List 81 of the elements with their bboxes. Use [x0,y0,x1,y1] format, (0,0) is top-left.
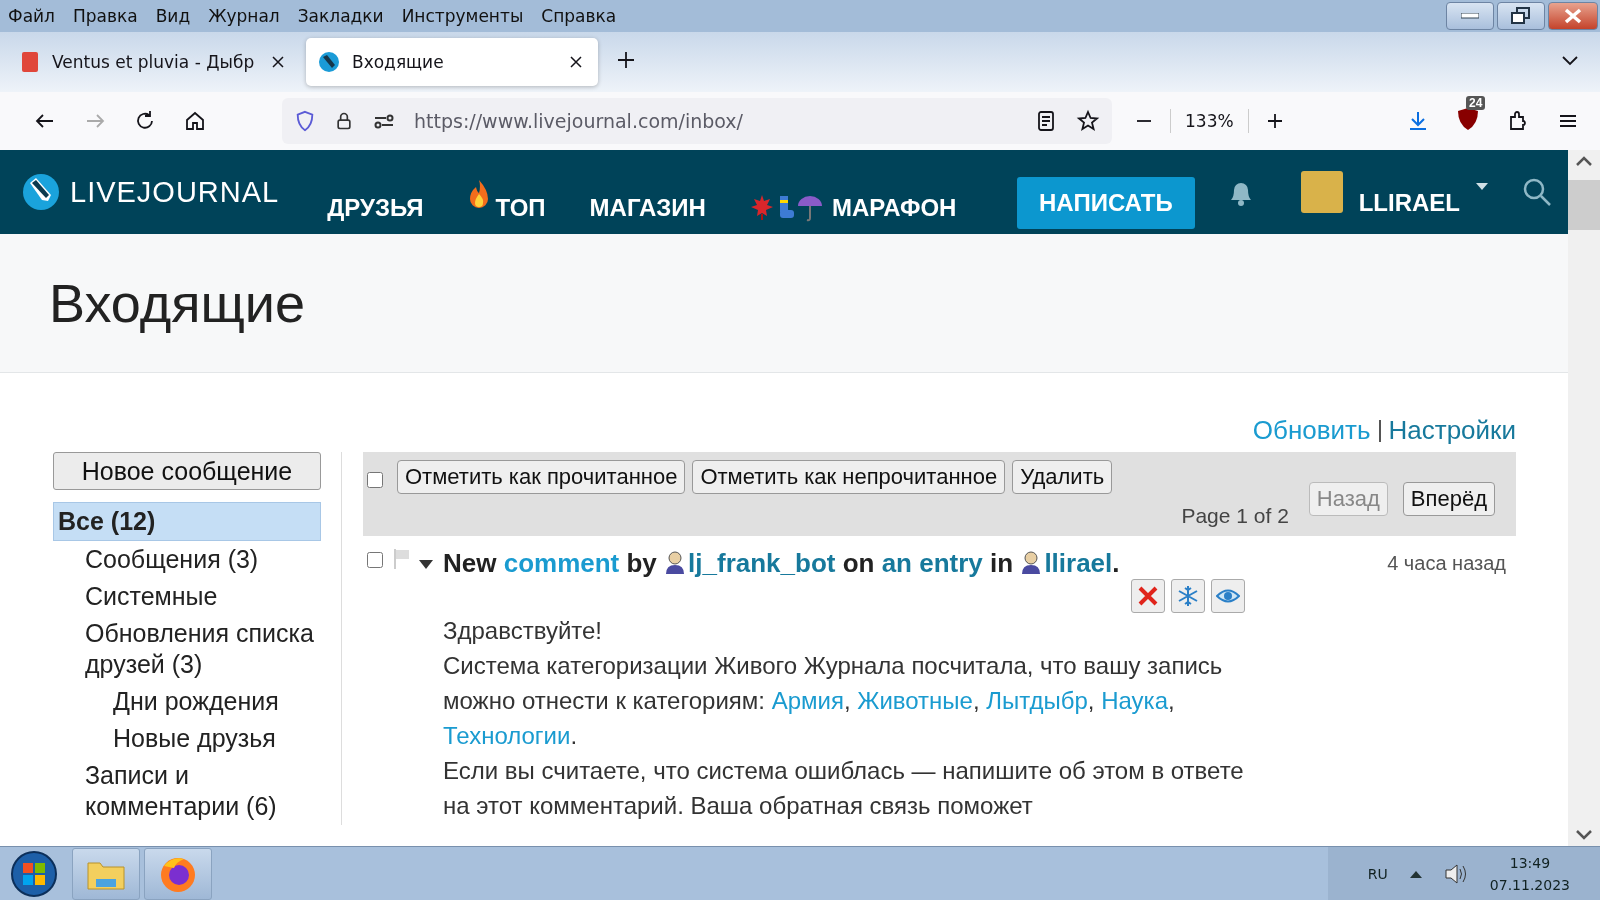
language-indicator[interactable]: RU [1367,865,1388,882]
toolbar-button[interactable]: Удалить [1012,460,1113,494]
scroll-thumb[interactable] [1568,180,1600,230]
eye-icon [1216,588,1240,604]
toolbar-button[interactable]: Отметить как непрочитанное [692,460,1006,494]
folder-item[interactable]: Сообщения (3) [81,541,321,578]
pen-logo-icon [318,51,340,73]
start-button[interactable] [10,849,58,898]
speaker-icon[interactable] [1443,862,1468,885]
menu-item[interactable]: Инструменты [401,4,524,28]
folder-item[interactable]: Дни рождения [109,683,321,720]
message-heading: New comment by lj_frank_bot on an entry in llirael. [443,548,1121,579]
user-icon [664,550,687,574]
user-icon [1020,550,1043,574]
checkbox[interactable] [367,552,383,568]
book-icon [20,51,40,73]
taskbar-item[interactable] [144,847,212,900]
minimize-button[interactable] [1446,2,1494,30]
menu-item[interactable]: Журнал [208,4,280,28]
menu-item[interactable]: Файл [8,4,55,28]
track-button[interactable] [1211,579,1245,613]
logo-text[interactable]: LIVEJOURNAL [70,175,280,209]
username[interactable]: LLIRAEL [1358,189,1460,217]
cross-icon [1137,585,1159,607]
folder-item[interactable]: Новые друзья [109,720,321,757]
folder-item[interactable]: Обновления списка друзей (3) [81,615,321,683]
folder-item[interactable]: Все (12) [53,502,321,541]
message-paragraph: Здравствуйте! [443,616,604,646]
clock-date[interactable]: 07.11.2023 [1489,873,1570,896]
menu-item[interactable]: Правка [72,4,138,28]
entry-link[interactable]: an entry [881,548,983,578]
nav-link[interactable]: ДРУЗЬЯ [327,194,424,222]
zoom-level[interactable]: 133% [1185,111,1234,131]
nav-link[interactable]: МАГАЗИН [589,194,706,222]
snowflake-icon [1177,585,1199,607]
scrollbar[interactable] [1568,150,1600,846]
minimize-icon [1461,13,1479,19]
search-icon[interactable] [1522,177,1552,207]
message-paragraph: Система категоризации Живого Журнала посчитала, что вашу запись можно отнести к категориям: Армия, Животные, Лытдыбр, Наука, Технологии. [443,651,1224,751]
nav-link[interactable]: ТОП [495,194,546,222]
next-button[interactable]: Вперёд [1402,482,1495,516]
url-text: https://www.livejournal.com/inbox/ [414,110,744,132]
toolbar-button[interactable]: Отметить как прочитанное [397,460,686,494]
username-link[interactable]: llirael [1044,548,1113,578]
message-paragraph: Если вы считаете, что система ошиблась — напишите об этом в ответе на этот комментарий. Ваша обратная связь поможет [443,756,1245,821]
message-time: 4 часа назад [1387,552,1506,575]
shield-icon [294,109,316,133]
expand-caret-icon[interactable] [419,558,433,570]
caret-icon[interactable] [1476,183,1488,191]
close-icon [1564,8,1582,24]
freeze-button[interactable] [1171,579,1205,613]
browser-tab[interactable]: Входящие [306,38,598,86]
checkbox[interactable] [367,472,383,488]
extension-badge: 24 [1466,96,1486,110]
menu-item[interactable]: Закладки [297,4,384,28]
browser-tab[interactable]: Ventus et pluvia - Дыбр [8,38,300,86]
header-link[interactable]: Настройки [1388,415,1516,446]
fire-icon [467,180,490,210]
shield-extension-icon[interactable] [1456,106,1480,132]
tray-arrow-icon[interactable] [1409,869,1422,878]
scroll-down-icon [1576,830,1592,840]
avatar-placeholder[interactable] [1300,171,1343,213]
delete-button[interactable] [1131,579,1165,613]
restore-icon [1511,7,1531,25]
new-message-button[interactable]: Новое сообщение [53,452,321,490]
livejournal-logo-icon [22,173,60,211]
address-bar[interactable]: https://www.livejournal.com/inbox/ [282,98,1112,144]
menu-item[interactable]: Вид [155,4,191,28]
bookmark-star-icon[interactable] [1076,109,1100,133]
restore-button[interactable] [1497,2,1545,30]
clock-time[interactable]: 13:49 [1489,851,1570,874]
folder-item[interactable]: Системные [81,578,321,615]
username-link[interactable]: lj_frank_bot [688,548,836,578]
home-icon[interactable] [183,109,207,133]
page-title: Входящие [49,272,306,334]
folder-item[interactable]: Записи и комментарии (6) [81,757,321,825]
nav-link[interactable]: МАРАФОН [831,194,957,222]
page-info: Page 1 of 2 [1181,504,1289,528]
scroll-up-icon [1576,156,1592,166]
close-button[interactable] [1548,2,1598,30]
menu-item[interactable]: Справка [541,4,617,28]
